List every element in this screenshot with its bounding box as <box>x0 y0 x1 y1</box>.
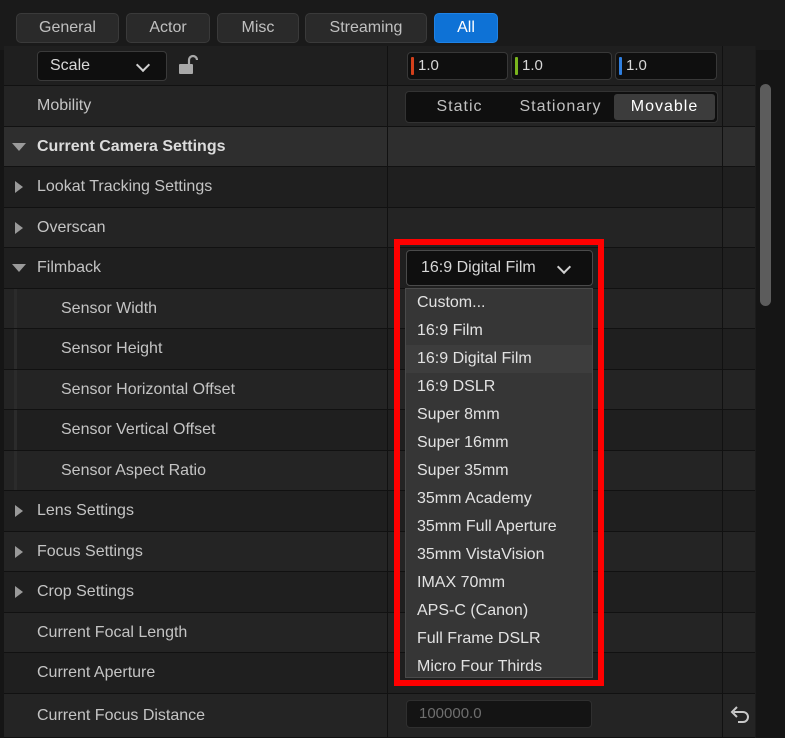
current-aperture-label: Current Aperture <box>37 664 156 681</box>
preset-option[interactable]: 16:9 Film <box>406 317 592 345</box>
focus-distance-field[interactable]: 100000.0 <box>406 700 592 728</box>
preset-option[interactable]: Micro Four Thirds <box>406 653 592 677</box>
overscan-label: Overscan <box>37 218 106 236</box>
focus-settings-label: Focus Settings <box>37 542 143 560</box>
sensor-width-row: Sensor Width <box>4 289 755 329</box>
preset-option[interactable]: IMAX 70mm <box>406 569 592 597</box>
scale-label: Scale <box>50 57 91 74</box>
preset-option-custom[interactable]: Custom... <box>406 289 592 317</box>
y-axis-marker <box>515 57 518 75</box>
current-focal-length-label: Current Focal Length <box>37 623 188 641</box>
filmback-preset-dropdown: Custom... 16:9 Film 16:9 Digital Film 16… <box>405 288 593 678</box>
preset-option[interactable]: 35mm Academy <box>406 485 592 513</box>
chevron-down-icon <box>135 57 151 73</box>
sensor-width-label: Sensor Width <box>61 299 158 317</box>
indent-guide <box>14 451 17 490</box>
lens-settings-row[interactable]: Lens Settings <box>4 491 755 532</box>
lens-settings-label: Lens Settings <box>37 502 134 519</box>
preset-option[interactable]: 35mm Full Aperture <box>406 513 592 541</box>
mobility-label: Mobility <box>37 97 92 114</box>
tab-streaming[interactable]: Streaming <box>305 13 427 43</box>
mobility-selector: Static Stationary Movable <box>405 91 718 123</box>
filmback-row[interactable]: Filmback <box>4 248 755 289</box>
tab-misc[interactable]: Misc <box>217 13 299 43</box>
mobility-stationary-option[interactable]: Stationary <box>513 94 608 120</box>
preset-option[interactable]: Super 35mm <box>406 457 592 485</box>
sensor-vertical-offset-row: Sensor Vertical Offset <box>4 410 755 451</box>
expand-arrow-icon <box>15 222 23 234</box>
scale-z-field[interactable]: 1.0 <box>615 52 717 80</box>
column-divider <box>387 46 388 738</box>
preset-option[interactable]: Super 8mm <box>406 401 592 429</box>
sensor-horizontal-offset-row: Sensor Horizontal Offset <box>4 370 755 410</box>
sensor-vertical-offset-label: Sensor Vertical Offset <box>61 421 216 438</box>
vertical-scrollbar-thumb[interactable] <box>760 84 771 306</box>
current-focus-distance-row: Current Focus Distance <box>4 694 755 738</box>
filmback-label: Filmback <box>37 259 102 276</box>
mobility-movable-option[interactable]: Movable <box>614 94 715 120</box>
expand-arrow-icon <box>15 181 23 193</box>
filmback-preset-combo[interactable]: 16:9 Digital Film <box>406 250 593 286</box>
scale-z-value: 1.0 <box>626 57 647 74</box>
filmback-preset-value: 16:9 Digital Film <box>421 259 536 276</box>
scale-x-field[interactable]: 1.0 <box>407 52 508 80</box>
filter-tab-bar: General Actor Misc Streaming All <box>0 0 785 50</box>
sensor-aspect-ratio-label: Sensor Aspect Ratio <box>61 461 206 479</box>
mobility-static-option[interactable]: Static <box>408 94 511 120</box>
current-focal-length-row: Current Focal Length <box>4 613 755 653</box>
tab-general[interactable]: General <box>16 13 119 43</box>
indent-guide <box>14 410 17 450</box>
sensor-aspect-ratio-row: Sensor Aspect Ratio <box>4 451 755 491</box>
preset-option[interactable]: Super 16mm <box>406 429 592 457</box>
sensor-height-label: Sensor Height <box>61 340 163 357</box>
tab-actor[interactable]: Actor <box>126 13 210 43</box>
current-focus-distance-label: Current Focus Distance <box>37 706 206 724</box>
collapse-arrow-icon <box>12 143 26 151</box>
overscan-row[interactable]: Overscan <box>4 208 755 248</box>
z-axis-marker <box>619 57 622 75</box>
reset-to-default-icon[interactable] <box>729 704 751 724</box>
current-aperture-row: Current Aperture <box>4 653 755 694</box>
collapse-arrow-icon <box>12 264 26 272</box>
tab-all[interactable]: All <box>434 13 498 43</box>
sensor-height-row: Sensor Height <box>4 329 755 370</box>
section-title: Current Camera Settings <box>37 137 226 155</box>
indent-guide <box>14 370 17 409</box>
preset-option[interactable]: 16:9 DSLR <box>406 373 592 401</box>
expand-arrow-icon <box>15 505 23 517</box>
current-camera-settings-header[interactable]: Current Camera Settings <box>4 127 755 167</box>
scale-y-value: 1.0 <box>522 57 543 74</box>
sensor-horizontal-offset-label: Sensor Horizontal Offset <box>61 380 236 398</box>
preset-option[interactable]: Full Frame DSLR <box>406 625 592 653</box>
lookat-label: Lookat Tracking Settings <box>37 178 213 195</box>
preset-option[interactable]: 35mm VistaVision <box>406 541 592 569</box>
expand-arrow-icon <box>15 546 23 558</box>
unlock-icon[interactable] <box>176 54 198 76</box>
preset-option-selected[interactable]: 16:9 Digital Film <box>406 345 592 373</box>
crop-settings-row[interactable]: Crop Settings <box>4 572 755 613</box>
indent-guide <box>14 329 17 369</box>
x-axis-marker <box>411 57 414 75</box>
expand-arrow-icon <box>15 586 23 598</box>
indent-guide <box>14 289 17 328</box>
scale-mode-combo[interactable]: Scale <box>37 51 167 81</box>
lookat-tracking-row[interactable]: Lookat Tracking Settings <box>4 167 755 208</box>
scale-y-field[interactable]: 1.0 <box>511 52 612 80</box>
scale-x-value: 1.0 <box>418 57 439 74</box>
crop-settings-label: Crop Settings <box>37 583 134 600</box>
column-divider <box>722 46 723 738</box>
chevron-down-icon <box>556 259 572 275</box>
focus-settings-row[interactable]: Focus Settings <box>4 532 755 572</box>
preset-option[interactable]: APS-C (Canon) <box>406 597 592 625</box>
